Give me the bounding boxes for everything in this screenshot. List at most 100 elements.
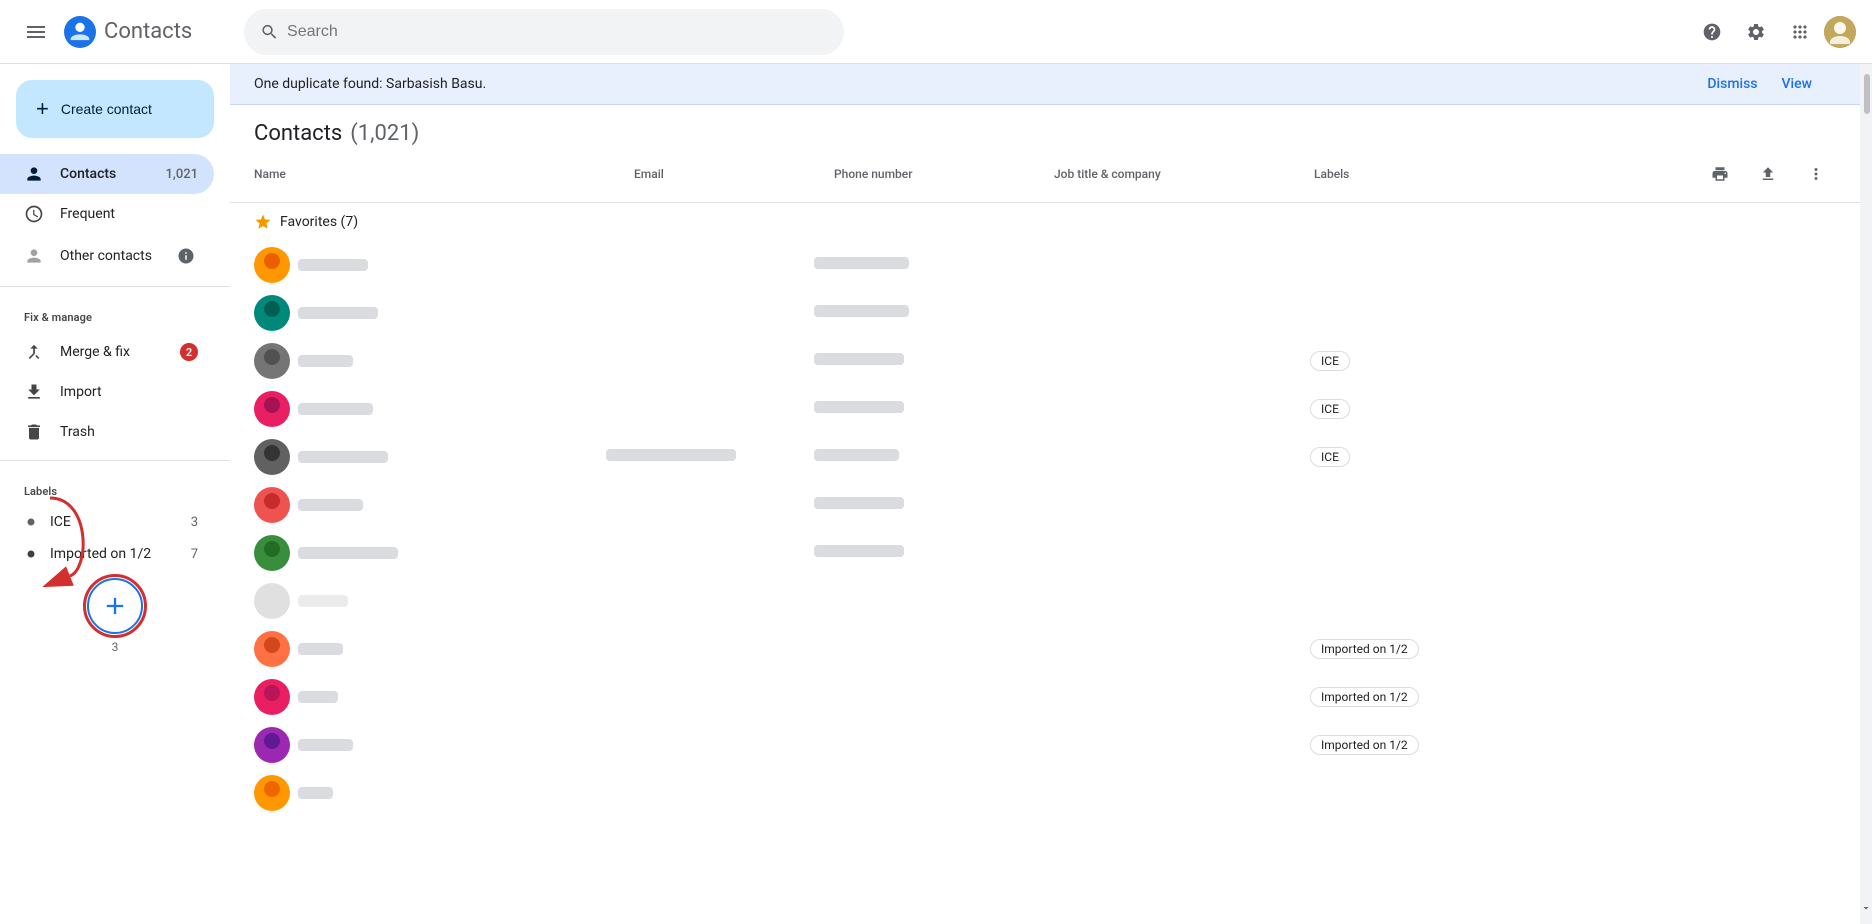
avatar	[254, 679, 290, 715]
avatar	[254, 343, 290, 379]
notification-text: One duplicate found: Sarbasish Basu.	[254, 76, 1691, 92]
fix-manage-label: Fix & manage	[0, 295, 230, 332]
sidebar: + Create contact Contacts 1,021 Frequent…	[0, 64, 230, 924]
sidebar-item-merge[interactable]: Merge & fix 2	[0, 332, 214, 372]
label-ice-name: ICE	[50, 514, 179, 530]
contact-labels-cell: Imported on 1/2	[1310, 687, 1550, 707]
more-options-button[interactable]	[1796, 154, 1836, 194]
sidebar-item-other-contacts[interactable]: Other contacts	[0, 234, 214, 278]
print-button[interactable]	[1700, 154, 1740, 194]
table-action-buttons	[1700, 154, 1836, 194]
table-row[interactable]: ICE	[230, 385, 1860, 433]
contact-name-cell	[298, 595, 598, 607]
header: Contacts	[0, 0, 1872, 64]
merge-badge: 2	[180, 343, 198, 361]
contact-labels-cell: ICE	[1310, 351, 1550, 371]
contact-name-cell	[298, 355, 598, 367]
frequent-icon	[24, 204, 44, 224]
import-label: Import	[60, 384, 102, 400]
settings-button[interactable]	[1736, 12, 1776, 52]
labels-section-label: Labels	[0, 469, 230, 506]
label-imported-icon	[24, 547, 38, 561]
content-header: Contacts (1,021)	[230, 105, 1860, 154]
sidebar-item-trash[interactable]: Trash	[0, 412, 214, 452]
favorites-label: Favorites (7)	[280, 214, 358, 230]
contact-phone-cell	[814, 545, 1034, 561]
trash-icon	[24, 422, 44, 442]
contact-labels-cell: Imported on 1/2	[1310, 639, 1550, 659]
table-row[interactable]	[230, 529, 1860, 577]
table-row[interactable]	[230, 769, 1860, 817]
view-link[interactable]: View	[1782, 76, 1813, 92]
apps-button[interactable]	[1780, 12, 1820, 52]
table-row[interactable]	[230, 289, 1860, 337]
col-name: Name	[254, 167, 634, 181]
contact-name-cell	[298, 451, 598, 463]
contacts-count: (1,021)	[350, 121, 419, 146]
contact-name-cell	[298, 787, 598, 799]
sidebar-item-contacts[interactable]: Contacts 1,021	[0, 154, 214, 194]
table-row[interactable]: Imported on 1/2	[230, 673, 1860, 721]
other-contacts-info-icon[interactable]	[174, 244, 198, 268]
app-title: Contacts	[104, 19, 192, 44]
sidebar-frequent-label: Frequent	[60, 206, 115, 222]
table-row[interactable]: Imported on 1/2	[230, 625, 1860, 673]
create-contact-label: Create contact	[61, 101, 152, 117]
search-bar[interactable]	[244, 9, 844, 55]
table-row[interactable]: ICE	[230, 433, 1860, 481]
contact-labels-cell: Imported on 1/2	[1310, 735, 1550, 755]
sidebar-item-import[interactable]: Import	[0, 372, 214, 412]
avatar	[254, 295, 290, 331]
col-job: Job title & company	[1054, 167, 1314, 181]
contact-phone-cell	[814, 497, 1034, 513]
ice-badge: ICE	[1310, 447, 1350, 467]
add-label-area: 3	[0, 578, 230, 654]
merge-icon	[24, 342, 44, 362]
star-icon	[254, 213, 272, 231]
contact-phone-cell	[814, 305, 1034, 321]
dismiss-link[interactable]: Dismiss	[1707, 76, 1757, 92]
col-email: Email	[634, 167, 834, 181]
merge-label: Merge & fix	[60, 344, 130, 360]
contact-name-cell	[298, 307, 598, 319]
contact-name-cell	[298, 739, 598, 751]
trash-label: Trash	[60, 424, 95, 440]
label-ice-icon	[24, 515, 38, 529]
contact-name-cell	[298, 403, 598, 415]
sidebar-other-contacts-label: Other contacts	[60, 248, 152, 264]
avatar	[254, 583, 290, 619]
person-icon	[24, 164, 44, 184]
contact-phone-blurred	[814, 257, 909, 269]
sidebar-label-imported[interactable]: Imported on 1/2 7	[0, 538, 214, 570]
imported-badge: Imported on 1/2	[1310, 687, 1419, 707]
user-avatar[interactable]	[1824, 16, 1856, 48]
page-title: Contacts	[254, 121, 342, 146]
table-row[interactable]	[230, 481, 1860, 529]
table-row[interactable]	[230, 577, 1860, 625]
scroll-down-indicator[interactable]	[1860, 900, 1872, 916]
sidebar-item-frequent[interactable]: Frequent	[0, 194, 214, 234]
create-contact-button[interactable]: + Create contact	[16, 80, 214, 138]
scrollbar-track[interactable]	[1860, 64, 1872, 924]
menu-icon[interactable]	[16, 12, 56, 52]
scrollbar-thumb[interactable]	[1864, 74, 1870, 114]
sidebar-label-ice[interactable]: ICE 3	[0, 506, 214, 538]
avatar	[254, 391, 290, 427]
export-button[interactable]	[1748, 154, 1788, 194]
imported-badge: Imported on 1/2	[1310, 639, 1419, 659]
avatar	[254, 487, 290, 523]
col-phone: Phone number	[834, 167, 1054, 181]
table-row[interactable]: ICE	[230, 337, 1860, 385]
table-row[interactable]: Imported on 1/2	[230, 721, 1860, 769]
import-icon	[24, 382, 44, 402]
help-button[interactable]	[1692, 12, 1732, 52]
ice-badge: ICE	[1310, 399, 1350, 419]
contact-name-blurred	[298, 259, 368, 271]
search-input[interactable]	[287, 23, 828, 41]
contacts-badge: 1,021	[166, 167, 198, 182]
add-label-button[interactable]	[87, 578, 143, 634]
ice-badge: ICE	[1310, 351, 1350, 371]
google-contacts-logo	[64, 16, 96, 48]
table-row[interactable]	[230, 241, 1860, 289]
contact-phone-cell	[814, 257, 1034, 273]
